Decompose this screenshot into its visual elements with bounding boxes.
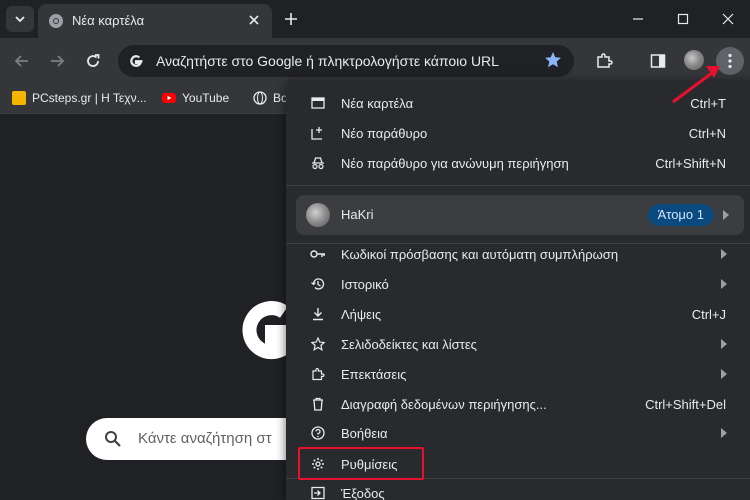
menu-item-downloads[interactable]: Λήψεις Ctrl+J (286, 299, 750, 329)
exit-icon (310, 485, 326, 500)
menu-item-label: Επεκτάσεις (341, 366, 407, 382)
bookmark-label: PCsteps.gr | Η Τεχν... (32, 91, 147, 105)
settings-highlight-box (298, 447, 424, 480)
profile-name: HaKri (341, 207, 374, 222)
key-icon (310, 246, 326, 262)
menu-item-label: Νέο παράθυρο (341, 125, 428, 141)
reload-icon (87, 54, 100, 67)
bookmark-youtube[interactable]: YouTube (162, 91, 229, 105)
annotation-arrow-icon (672, 66, 720, 104)
menu-divider (286, 185, 750, 186)
menu-item-label: Ιστορικό (341, 276, 389, 292)
menu-item-label: Βοήθεια (341, 425, 388, 441)
submenu-arrow-icon (721, 428, 727, 438)
menu-item-label: Διαγραφή δεδομένων περιήγησης... (341, 396, 547, 412)
bookmark-other[interactable]: Bo (253, 91, 288, 105)
menu-item-new-window[interactable]: Νέο παράθυρο Ctrl+N (286, 118, 750, 148)
submenu-arrow-icon (721, 339, 727, 349)
youtube-icon (162, 93, 176, 103)
menu-item-exit[interactable]: Έξοδος (286, 478, 750, 500)
close-icon[interactable] (246, 12, 262, 28)
menu-item-shortcut: Ctrl+Shift+Del (645, 396, 726, 412)
side-panel-button[interactable] (646, 49, 670, 73)
trash-icon (310, 396, 326, 412)
extension-icon (310, 366, 326, 382)
toolbar: Αναζητήστε στο Google ή πληκτρολογήστε κ… (0, 38, 750, 84)
back-arrow-icon (14, 55, 28, 67)
active-tab[interactable]: Νέα καρτέλα (38, 4, 272, 38)
maximize-button[interactable] (671, 8, 695, 30)
menu-item-shortcut: Ctrl+J (691, 306, 726, 322)
bookmark-star-icon[interactable] (544, 51, 562, 69)
help-icon (310, 425, 326, 441)
close-window-icon (722, 13, 734, 25)
window-close-button[interactable] (716, 8, 740, 30)
history-icon (310, 276, 326, 292)
submenu-arrow-icon (721, 249, 727, 259)
menu-item-label: Λήψεις (341, 306, 382, 322)
menu-item-shortcut: Ctrl+N (688, 125, 726, 141)
address-bar[interactable]: Αναζητήστε στο Google ή πληκτρολογήστε κ… (118, 45, 574, 77)
address-bar-placeholder: Αναζητήστε στο Google ή πληκτρολογήστε κ… (156, 53, 499, 69)
download-icon (310, 306, 326, 322)
submenu-arrow-icon (723, 210, 729, 220)
tab-title: Νέα καρτέλα (72, 13, 145, 28)
search-placeholder: Κάντε αναζήτηση στ (138, 430, 272, 447)
forward-button[interactable] (45, 49, 69, 73)
bookmark-label: YouTube (182, 91, 230, 105)
menu-item-label: Σελιδοδείκτες και λίστες (341, 336, 477, 352)
extensions-button[interactable] (592, 49, 616, 73)
avatar (306, 203, 330, 227)
menu-item-label: Έξοδος (341, 485, 385, 500)
pcsteps-icon (12, 91, 26, 105)
profile-badge: Άτομο 1 (647, 204, 714, 226)
search-icon (105, 431, 121, 447)
incognito-icon (310, 155, 326, 171)
menu-item-label: Κωδικοί πρόσβασης και αυτόματη συμπλήρωσ… (341, 246, 619, 262)
side-panel-icon (650, 54, 666, 68)
chevron-down-icon (15, 16, 25, 23)
star-icon (310, 336, 326, 352)
minimize-icon (633, 18, 643, 20)
chrome-icon (49, 14, 63, 28)
menu-item-clear-data[interactable]: Διαγραφή δεδομένων περιήγησης... Ctrl+Sh… (286, 389, 750, 419)
menu-item-label: Νέα καρτέλα (341, 95, 414, 111)
menu-profile-row[interactable]: HaKri Άτομο 1 (296, 195, 744, 235)
menu-item-incognito[interactable]: Νέο παράθυρο για ανώνυμη περιήγηση Ctrl+… (286, 148, 750, 178)
menu-item-history[interactable]: Ιστορικό (286, 269, 750, 299)
menu-item-passwords[interactable]: Κωδικοί πρόσβασης και αυτόματη συμπλήρωσ… (286, 239, 750, 269)
title-bar: Νέα καρτέλα (0, 0, 750, 38)
menu-item-bookmarks[interactable]: Σελιδοδείκτες και λίστες (286, 329, 750, 359)
tab-search-button[interactable] (6, 6, 34, 32)
minimize-button[interactable] (626, 8, 650, 30)
chrome-menu: Νέα καρτέλα Ctrl+T Νέο παράθυρο Ctrl+N Ν… (286, 80, 750, 500)
menu-item-label: Νέο παράθυρο για ανώνυμη περιήγηση (341, 155, 569, 171)
new-tab-icon (310, 95, 326, 111)
google-g-icon (130, 55, 143, 67)
kebab-menu-icon (728, 53, 732, 69)
reload-button[interactable] (81, 49, 105, 73)
submenu-arrow-icon (721, 279, 727, 289)
new-tab-button[interactable] (280, 8, 302, 30)
menu-item-extensions[interactable]: Επεκτάσεις (286, 359, 750, 389)
bookmark-pcsteps[interactable]: PCsteps.gr | Η Τεχν... (12, 91, 147, 105)
menu-item-shortcut: Ctrl+Shift+N (655, 155, 726, 171)
new-window-icon (310, 125, 326, 141)
back-button[interactable] (10, 49, 34, 73)
forward-arrow-icon (51, 55, 65, 67)
maximize-icon (677, 13, 689, 25)
submenu-arrow-icon (721, 369, 727, 379)
plus-icon (285, 13, 297, 25)
globe-icon (253, 91, 267, 105)
puzzle-icon (597, 53, 613, 68)
menu-item-help[interactable]: Βοήθεια (286, 418, 750, 448)
